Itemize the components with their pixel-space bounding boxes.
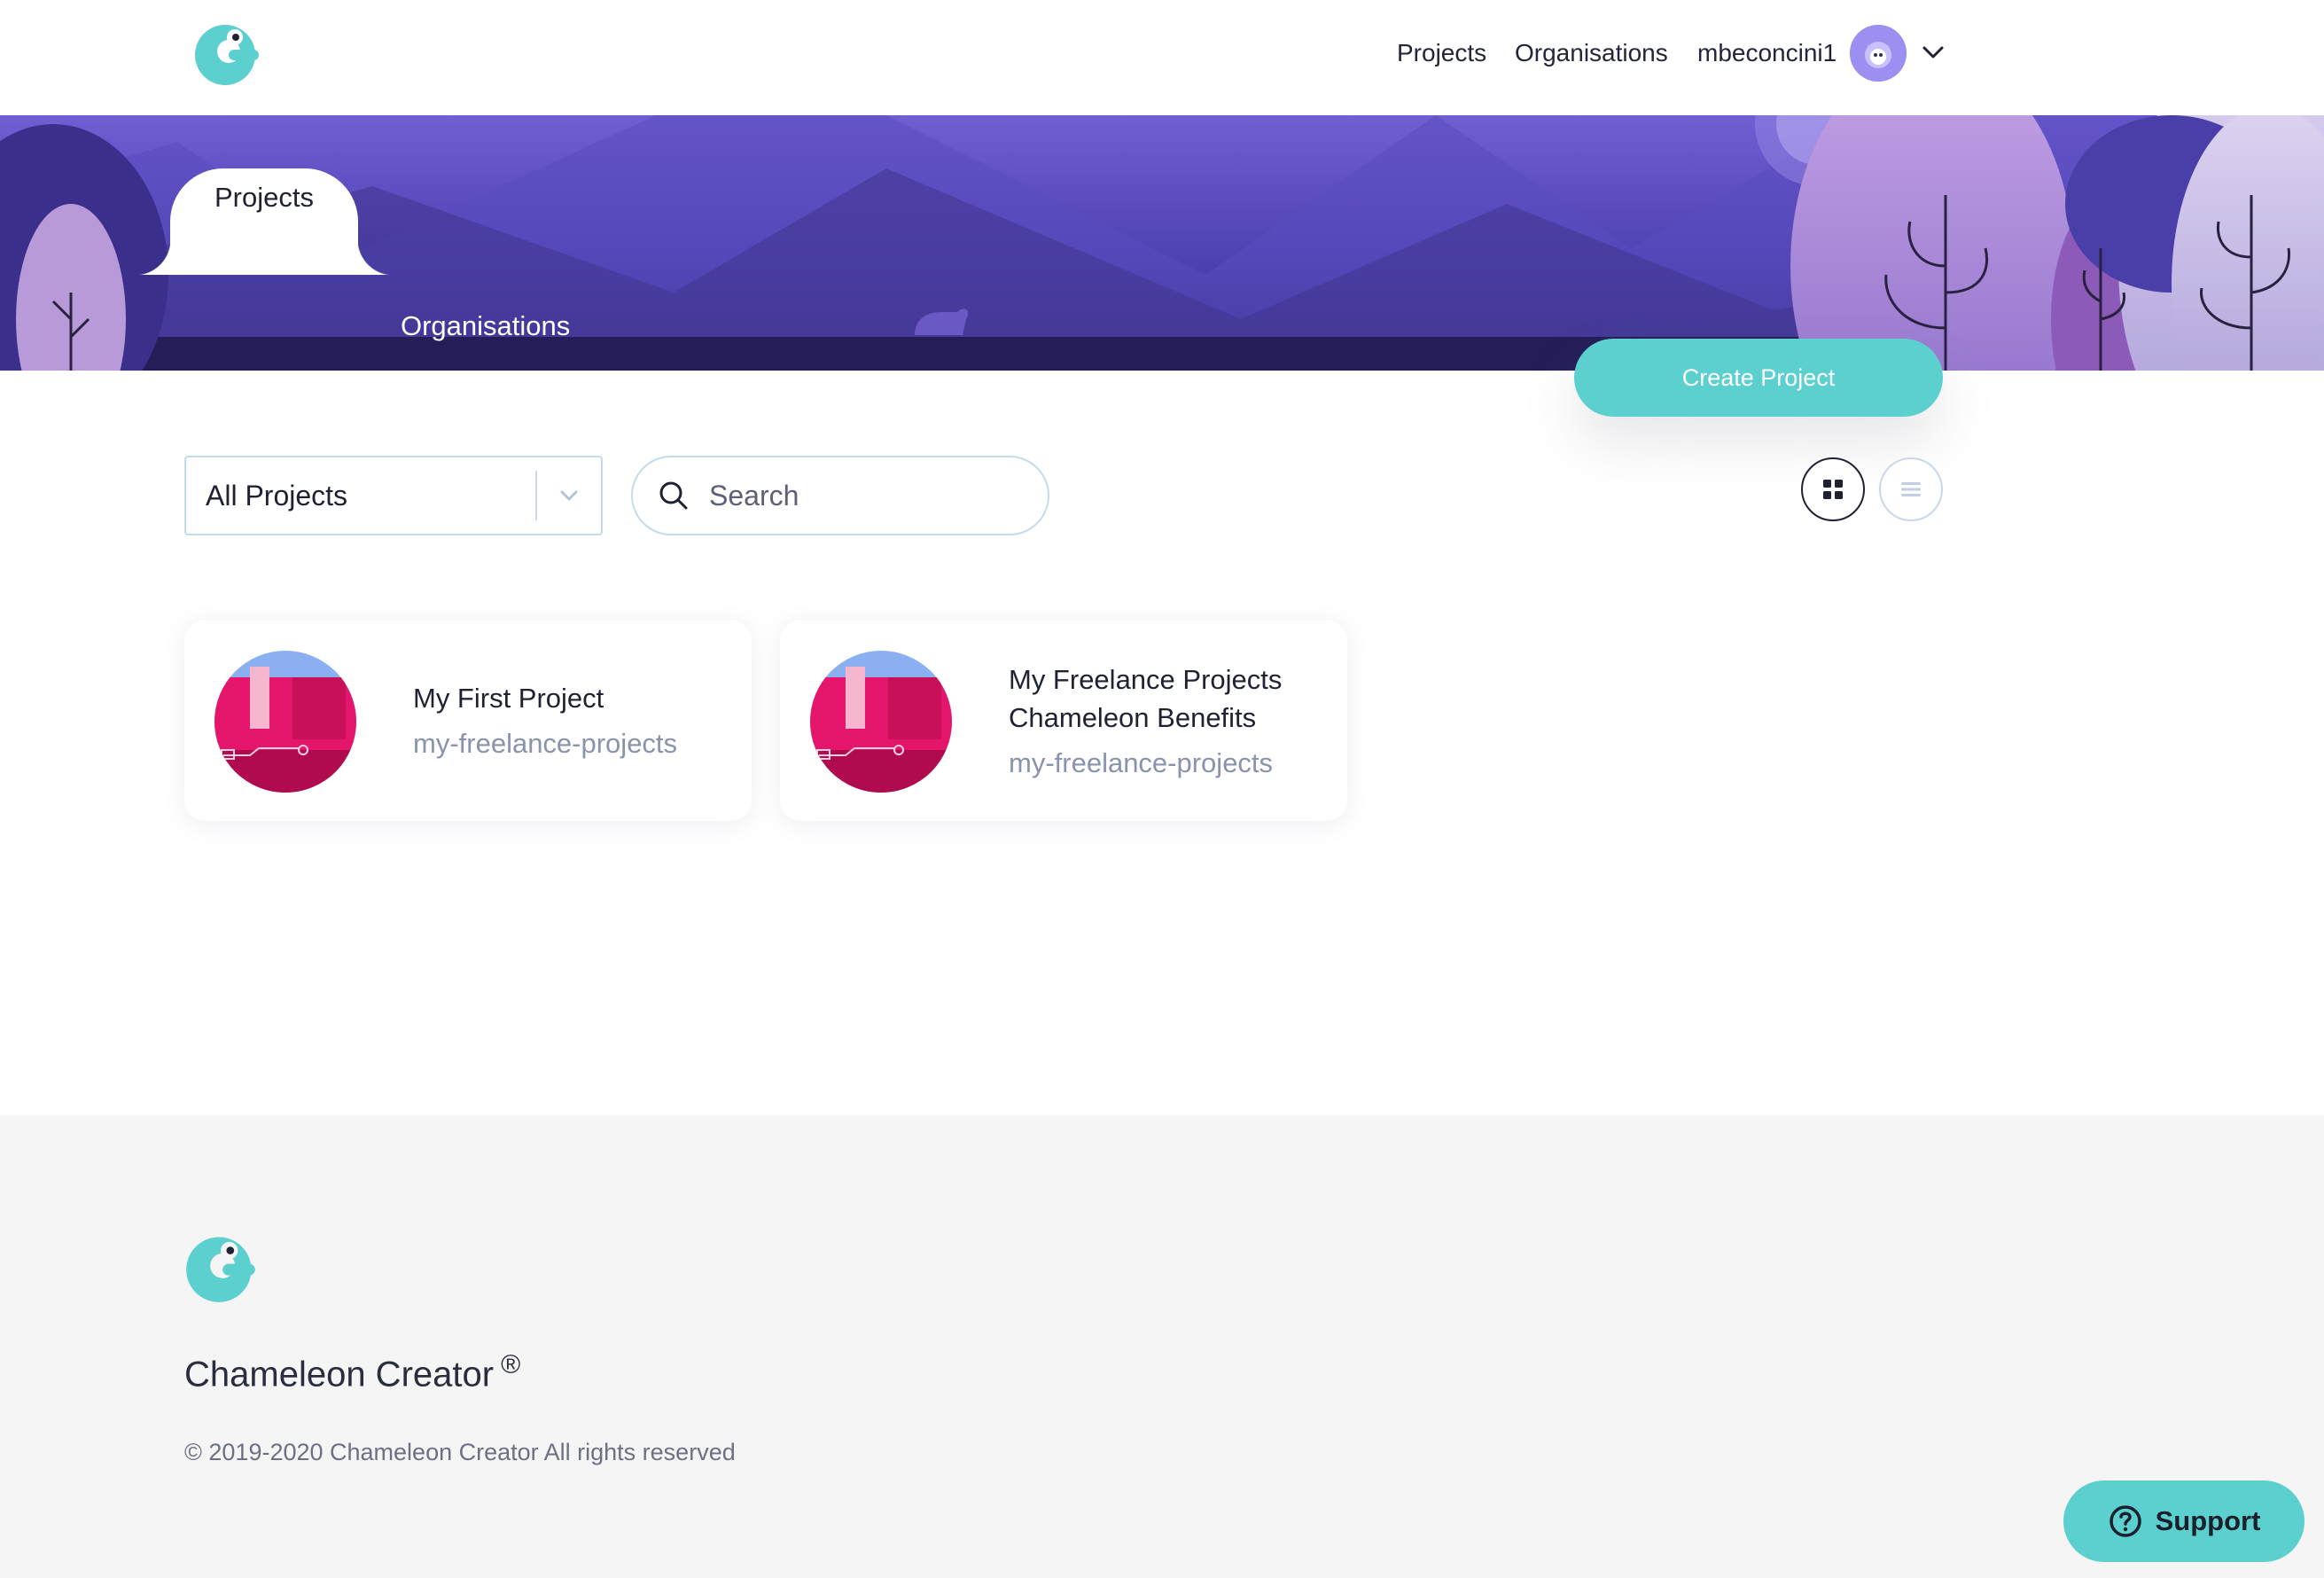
footer-brand-name: Chameleon Creator ® xyxy=(184,1350,520,1394)
project-title[interactable]: My Freelance Projects Chameleon Benefits xyxy=(1009,660,1328,737)
help-circle-icon xyxy=(2109,1505,2141,1537)
support-button[interactable]: Support xyxy=(2063,1480,2305,1562)
top-navigation-bar: Projects Organisations mbeconcini1 xyxy=(0,0,2324,115)
copyright-text: © 2019-2020 Chameleon Creator All rights… xyxy=(184,1439,736,1465)
project-card-text: My Freelance Projects Chameleon Benefits… xyxy=(1009,621,1328,821)
page-footer: Chameleon Creator ® © 2019-2020 Chameleon… xyxy=(0,1115,2324,1578)
grid-view-button[interactable] xyxy=(1801,457,1865,521)
project-thumbnail xyxy=(214,651,356,793)
search-input[interactable] xyxy=(709,479,1010,512)
nav-link-organisations[interactable]: Organisations xyxy=(1515,34,1668,73)
create-project-button[interactable]: Create Project xyxy=(1574,339,1943,417)
tab-projects[interactable]: Projects xyxy=(135,168,394,275)
project-slug: my-freelance-projects xyxy=(1009,746,1274,778)
chevron-down-icon[interactable] xyxy=(1920,39,1946,66)
search-icon xyxy=(659,481,688,510)
chevron-down-icon[interactable] xyxy=(537,457,601,534)
project-card[interactable]: My Freelance Projects Chameleon Benefits… xyxy=(780,621,1347,821)
project-card[interactable]: My First Project my-freelance-projects xyxy=(184,621,752,821)
search-box[interactable] xyxy=(631,456,1049,535)
brand-text: Chameleon Creator xyxy=(184,1355,495,1394)
user-avatar-icon[interactable] xyxy=(1850,25,1907,82)
list-view-button[interactable] xyxy=(1879,457,1943,521)
grid-view-icon xyxy=(1823,480,1843,499)
project-thumbnail xyxy=(810,651,952,793)
project-title[interactable]: My First Project xyxy=(413,679,732,717)
support-label: Support xyxy=(2155,1505,2261,1536)
username-label[interactable]: mbeconcini1 xyxy=(1697,34,1837,73)
registered-mark: ® xyxy=(501,1350,521,1379)
project-slug: my-freelance-projects xyxy=(413,728,678,759)
chameleon-logo-icon[interactable] xyxy=(193,18,261,89)
chameleon-logo-icon xyxy=(186,1237,255,1302)
project-filter-value: All Projects xyxy=(206,479,348,512)
project-filter-dropdown[interactable]: All Projects xyxy=(184,456,603,535)
tab-organisations[interactable]: Organisations xyxy=(401,310,570,342)
nav-link-projects[interactable]: Projects xyxy=(1397,34,1486,73)
list-view-icon xyxy=(1901,482,1921,496)
project-card-text: My First Project my-freelance-projects xyxy=(413,621,732,821)
